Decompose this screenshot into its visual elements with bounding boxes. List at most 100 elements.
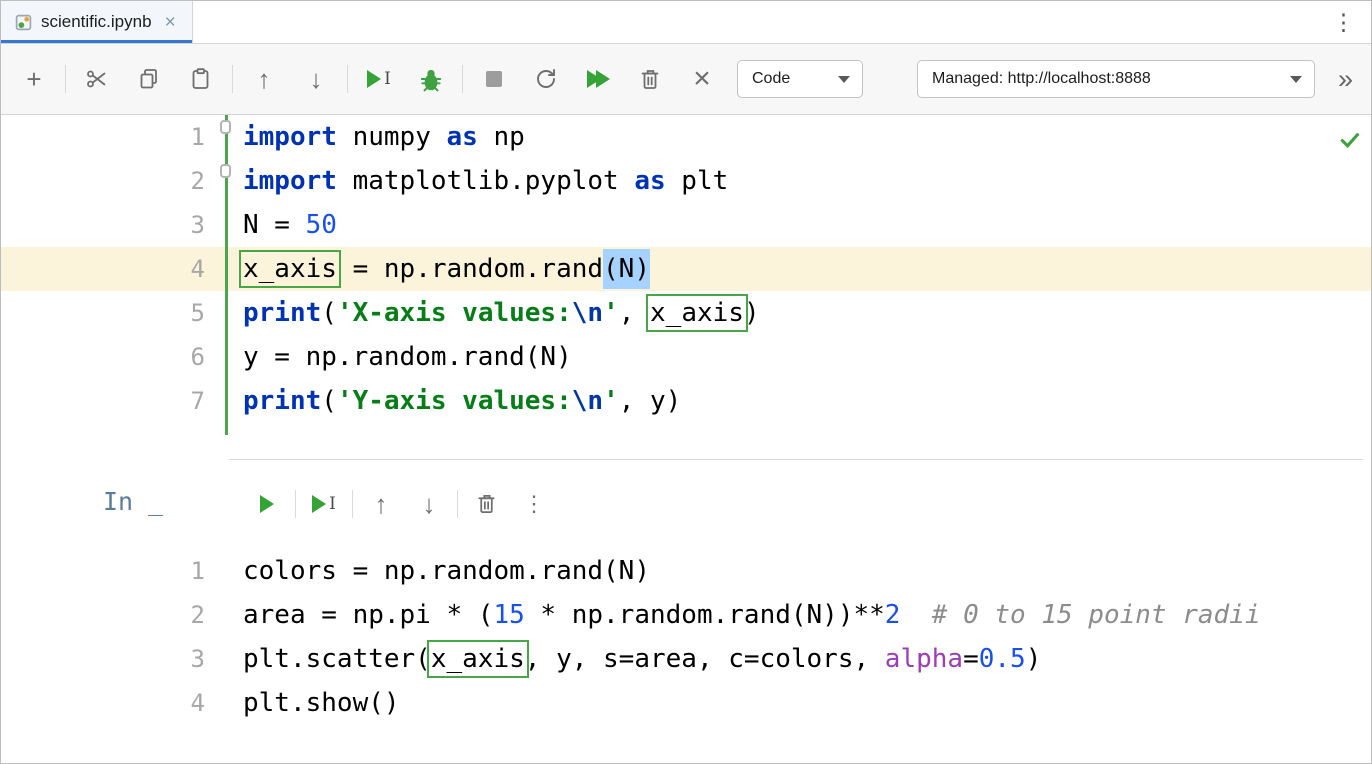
jupyter-server-value: Managed: http://localhost:8888 [932, 70, 1151, 88]
clear-outputs-button[interactable]: × [681, 58, 723, 100]
tab-scientific-ipynb[interactable]: scientific.ipynb × [1, 1, 192, 43]
line-number: 3 [1, 211, 211, 239]
run-all-cells-button[interactable] [577, 58, 619, 100]
paste-icon [189, 67, 213, 91]
code-token: colors = np.random.rand(N) [243, 556, 650, 586]
move-cell-down-button[interactable]: ↓ [295, 58, 337, 100]
scissors-icon [85, 67, 109, 91]
code-line[interactable]: 3plt.scatter(x_axis, y, s=area, c=colors… [1, 637, 1371, 681]
cell-execution-prompt: In _ [103, 487, 163, 516]
code-token: 50 [306, 210, 337, 240]
code-token: , [619, 298, 650, 328]
stop-kernel-button[interactable] [473, 58, 515, 100]
run-icon [312, 495, 326, 513]
code-line[interactable]: 4 plt.show() [1, 681, 1371, 725]
cell-run-bar [225, 379, 228, 423]
tab-separator [192, 1, 193, 43]
cell-run-bar [225, 335, 228, 379]
code-token: N = [243, 210, 306, 240]
jupyter-server-dropdown[interactable]: Managed: http://localhost:8888 [917, 60, 1315, 98]
cell-run-bar [225, 203, 228, 247]
notebook-editor: 1import numpy as np2import matplotlib.py… [1, 115, 1371, 763]
code-line[interactable]: 6 y = np.random.rand(N) [1, 335, 1371, 379]
editor-tab-bar: scientific.ipynb × ⋮ [1, 1, 1371, 44]
trash-icon [475, 492, 498, 516]
code-text: colors = np.random.rand(N) [243, 556, 650, 586]
copy-icon [137, 67, 161, 91]
delete-cell-button[interactable] [466, 484, 506, 524]
move-cell-up-button[interactable]: ↑ [361, 484, 401, 524]
close-icon: × [693, 64, 711, 94]
line-number: 1 [1, 557, 211, 585]
code-lines: 1 colors = np.random.rand(N) 2area = np.pi… [1, 549, 1371, 725]
code-text: plt.show() [243, 688, 400, 718]
code-token: ' [603, 298, 619, 328]
arrow-down-icon: ↓ [423, 491, 436, 517]
cell-toolbar: I ↑ ↓ ⋮ [247, 484, 554, 524]
code-token: ( [321, 386, 337, 416]
code-text: area = np.pi * (15 * np.random.rand(N))*… [243, 600, 1261, 630]
line-number: 4 [1, 689, 211, 717]
cell-type-dropdown[interactable]: Code [737, 60, 863, 98]
code-line[interactable]: 1import numpy as np [1, 115, 1371, 159]
toolbar-separator [457, 490, 458, 518]
code-line[interactable]: 5print('X-axis values:\n', x_axis) [1, 291, 1371, 335]
run-cell-and-select-below-button[interactable]: I [304, 484, 344, 524]
code-token: area = np.pi * ( [243, 600, 493, 630]
notebook-cell-2: In _ I ↑ ↓ ⋮ 1 colors = np.random.rand(N)… [1, 459, 1371, 725]
cell-run-bar [225, 681, 228, 725]
arrow-up-icon: ↑ [258, 66, 271, 92]
move-cell-up-button[interactable]: ↑ [243, 58, 285, 100]
fold-marker[interactable] [220, 164, 231, 178]
code-line[interactable]: 2import matplotlib.pyplot as plt [1, 159, 1371, 203]
code-token: = np.random.rand [337, 254, 603, 284]
code-text: plt.scatter(x_axis, y, s=area, c=colors,… [243, 644, 1041, 674]
occurrence-highlight: x_axis [650, 298, 744, 328]
tab-bar-more-icon[interactable]: ⋮ [1316, 9, 1371, 36]
code-token: print [243, 386, 321, 416]
paste-cell-button[interactable] [180, 58, 222, 100]
add-icon: + [26, 66, 41, 92]
code-token: print [243, 298, 321, 328]
bug-icon [418, 66, 444, 92]
code-token: ) [744, 298, 760, 328]
tab-title: scientific.ipynb [41, 12, 152, 32]
code-token: 'Y-axis values: [337, 386, 572, 416]
add-cell-button[interactable]: + [13, 58, 55, 100]
cell-more-button[interactable]: ⋮ [514, 484, 554, 524]
occurrence-highlight: x_axis [431, 644, 525, 674]
toolbar-overflow-button[interactable]: » [1330, 64, 1361, 95]
code-line[interactable]: 3 N = 50 [1, 203, 1371, 247]
code-token: \n [572, 386, 603, 416]
run-cell-button[interactable]: I [358, 58, 400, 100]
line-number: 2 [1, 167, 211, 195]
arrow-down-icon: ↓ [310, 66, 323, 92]
debug-cell-button[interactable] [410, 58, 452, 100]
copy-cell-button[interactable] [128, 58, 170, 100]
notebook-cell-1: 1import numpy as np2import matplotlib.py… [1, 115, 1371, 435]
line-number: 6 [1, 343, 211, 371]
code-text: print('Y-axis values:\n', y) [243, 386, 681, 416]
run-cell-button[interactable] [247, 484, 287, 524]
code-text: x_axis = np.random.rand(N) [243, 254, 650, 284]
code-token: ( [321, 298, 337, 328]
arrow-up-icon: ↑ [375, 491, 388, 517]
code-text: print('X-axis values:\n', x_axis) [243, 298, 760, 328]
code-line[interactable]: 7print('Y-axis values:\n', y) [1, 379, 1371, 423]
restart-kernel-button[interactable] [525, 58, 567, 100]
text-cursor-icon: I [329, 494, 336, 514]
code-line[interactable]: 1 colors = np.random.rand(N) [1, 549, 1371, 593]
code-line[interactable]: 4x_axis = np.random.rand(N) [1, 247, 1371, 291]
cell-header: In _ I ↑ ↓ ⋮ [1, 459, 1371, 549]
code-token: ) [1026, 644, 1042, 674]
cut-cell-button[interactable] [76, 58, 118, 100]
delete-cell-button[interactable] [629, 58, 671, 100]
code-token: 15 [493, 600, 524, 630]
fold-marker[interactable] [220, 120, 231, 134]
code-token: alpha [885, 644, 963, 674]
tab-close-icon[interactable]: × [165, 13, 176, 32]
code-text: y = np.random.rand(N) [243, 342, 572, 372]
code-line[interactable]: 2area = np.pi * (15 * np.random.rand(N))… [1, 593, 1371, 637]
move-cell-down-button[interactable]: ↓ [409, 484, 449, 524]
restart-icon [534, 67, 558, 91]
